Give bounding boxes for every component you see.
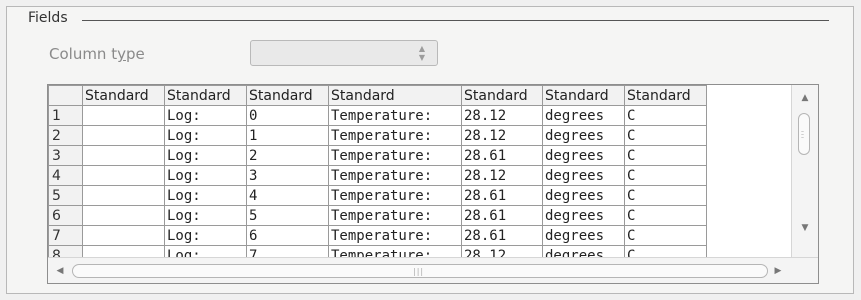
row-number[interactable]: 1 (48, 105, 83, 126)
table-cell[interactable]: 6 (246, 225, 329, 246)
table-cell[interactable]: Temperature: (328, 185, 462, 206)
table-cell[interactable]: 4 (246, 185, 329, 206)
table-cell[interactable]: degrees (542, 245, 625, 257)
header-row: Standard Standard Standard Standard Stan… (48, 85, 707, 106)
table-row[interactable]: 7 Log: 6 Temperature: 28.61 degrees C (48, 225, 707, 246)
table-cell[interactable]: degrees (542, 105, 625, 126)
table-cell[interactable]: degrees (542, 165, 625, 186)
row-number[interactable]: 5 (48, 185, 83, 206)
table-cell[interactable]: Temperature: (328, 245, 462, 257)
table-row[interactable]: 3 Log: 2 Temperature: 28.61 degrees C (48, 145, 707, 166)
preview-table: Standard Standard Standard Standard Stan… (48, 85, 707, 257)
table-cell[interactable]: 2 (246, 145, 329, 166)
table-cell[interactable]: 28.12 (461, 105, 543, 126)
table-cell[interactable] (82, 165, 165, 186)
table-cell[interactable] (82, 205, 165, 226)
table-cell[interactable]: Temperature: (328, 225, 462, 246)
table-cell[interactable]: Log: (164, 105, 247, 126)
table-cell[interactable] (82, 145, 165, 166)
scroll-left-icon[interactable]: ◀ (50, 258, 70, 283)
table-cell[interactable]: 28.12 (461, 125, 543, 146)
scroll-right-icon[interactable]: ▶ (768, 258, 788, 283)
row-number[interactable]: 8 (48, 245, 83, 257)
table-cell[interactable]: C (624, 145, 707, 166)
table-row[interactable]: 2 Log: 1 Temperature: 28.12 degrees C (48, 125, 707, 146)
column-type-select[interactable]: ▲ ▼ (250, 40, 438, 66)
scroll-up-icon[interactable]: ▲ (792, 89, 818, 107)
row-number[interactable]: 2 (48, 125, 83, 146)
table-cell[interactable]: 28.61 (461, 205, 543, 226)
vertical-scroll-thumb[interactable]: – – – (798, 113, 810, 155)
table-cell[interactable]: Temperature: (328, 125, 462, 146)
table-cell[interactable] (82, 245, 165, 257)
table-cell[interactable]: C (624, 225, 707, 246)
horizontal-scroll-thumb[interactable]: ||| (72, 264, 768, 278)
grip-icon: – – – (801, 128, 804, 141)
data-preview-grid: Standard Standard Standard Standard Stan… (47, 84, 819, 284)
grip-icon: ||| (413, 267, 425, 276)
row-number[interactable]: 6 (48, 205, 83, 226)
table-cell[interactable]: 3 (246, 165, 329, 186)
table-cell[interactable] (82, 185, 165, 206)
row-number[interactable]: 7 (48, 225, 83, 246)
grid-viewport: Standard Standard Standard Standard Stan… (48, 85, 790, 257)
table-row[interactable]: 4 Log: 3 Temperature: 28.12 degrees C (48, 165, 707, 186)
horizontal-scrollbar[interactable]: ◀ ||| ▶ (48, 257, 818, 283)
table-cell[interactable]: degrees (542, 125, 625, 146)
table-cell[interactable]: Log: (164, 225, 247, 246)
table-row[interactable]: 5 Log: 4 Temperature: 28.61 degrees C (48, 185, 707, 206)
table-cell[interactable]: Log: (164, 165, 247, 186)
table-cell[interactable]: 28.61 (461, 185, 543, 206)
table-cell[interactable]: 28.61 (461, 225, 543, 246)
table-cell[interactable]: C (624, 245, 707, 257)
table-cell[interactable]: Log: (164, 205, 247, 226)
table-cell[interactable]: 7 (246, 245, 329, 257)
column-header[interactable]: Standard (328, 85, 462, 106)
table-cell[interactable]: degrees (542, 145, 625, 166)
table-row[interactable]: 1 Log: 0 Temperature: 28.12 degrees C (48, 105, 707, 126)
table-cell[interactable]: 28.61 (461, 145, 543, 166)
table-cell[interactable]: Temperature: (328, 105, 462, 126)
column-header[interactable]: Standard (164, 85, 247, 106)
table-cell[interactable]: C (624, 205, 707, 226)
table-cell[interactable]: degrees (542, 225, 625, 246)
corner-header (48, 85, 83, 106)
table-cell[interactable]: Log: (164, 245, 247, 257)
table-cell[interactable]: Log: (164, 145, 247, 166)
table-cell[interactable]: C (624, 125, 707, 146)
table-cell[interactable]: C (624, 185, 707, 206)
table-cell[interactable]: 28.12 (461, 165, 543, 186)
column-header[interactable]: Standard (461, 85, 543, 106)
table-cell[interactable]: Log: (164, 185, 247, 206)
vertical-scrollbar[interactable]: ▲ – – – ▼ (791, 85, 818, 257)
table-cell[interactable] (82, 225, 165, 246)
table-cell[interactable]: Temperature: (328, 205, 462, 226)
table-row[interactable]: 8 Log: 7 Temperature: 28.12 degrees C (48, 245, 707, 257)
table-cell[interactable]: degrees (542, 185, 625, 206)
table-cell[interactable]: C (624, 105, 707, 126)
row-number[interactable]: 4 (48, 165, 83, 186)
fields-title: Fields (28, 10, 74, 26)
table-cell[interactable]: 0 (246, 105, 329, 126)
table-cell[interactable]: Log: (164, 125, 247, 146)
table-row[interactable]: 6 Log: 5 Temperature: 28.61 degrees C (48, 205, 707, 226)
table-cell[interactable]: degrees (542, 205, 625, 226)
table-cell[interactable]: C (624, 165, 707, 186)
scroll-down-icon[interactable]: ▼ (792, 219, 818, 237)
column-header[interactable]: Standard (624, 85, 707, 106)
table-cell[interactable] (82, 125, 165, 146)
fields-divider (82, 20, 829, 21)
column-header[interactable]: Standard (246, 85, 329, 106)
column-header[interactable]: Standard (542, 85, 625, 106)
table-cell[interactable]: Temperature: (328, 145, 462, 166)
column-header[interactable]: Standard (82, 85, 165, 106)
table-cell[interactable]: 28.12 (461, 245, 543, 257)
table-cell[interactable]: Temperature: (328, 165, 462, 186)
row-number[interactable]: 3 (48, 145, 83, 166)
table-cell[interactable] (82, 105, 165, 126)
up-down-chevron-icon: ▲ ▼ (418, 44, 426, 62)
table-cell[interactable]: 1 (246, 125, 329, 146)
table-cell[interactable]: 5 (246, 205, 329, 226)
column-type-label: Column type (49, 45, 145, 63)
